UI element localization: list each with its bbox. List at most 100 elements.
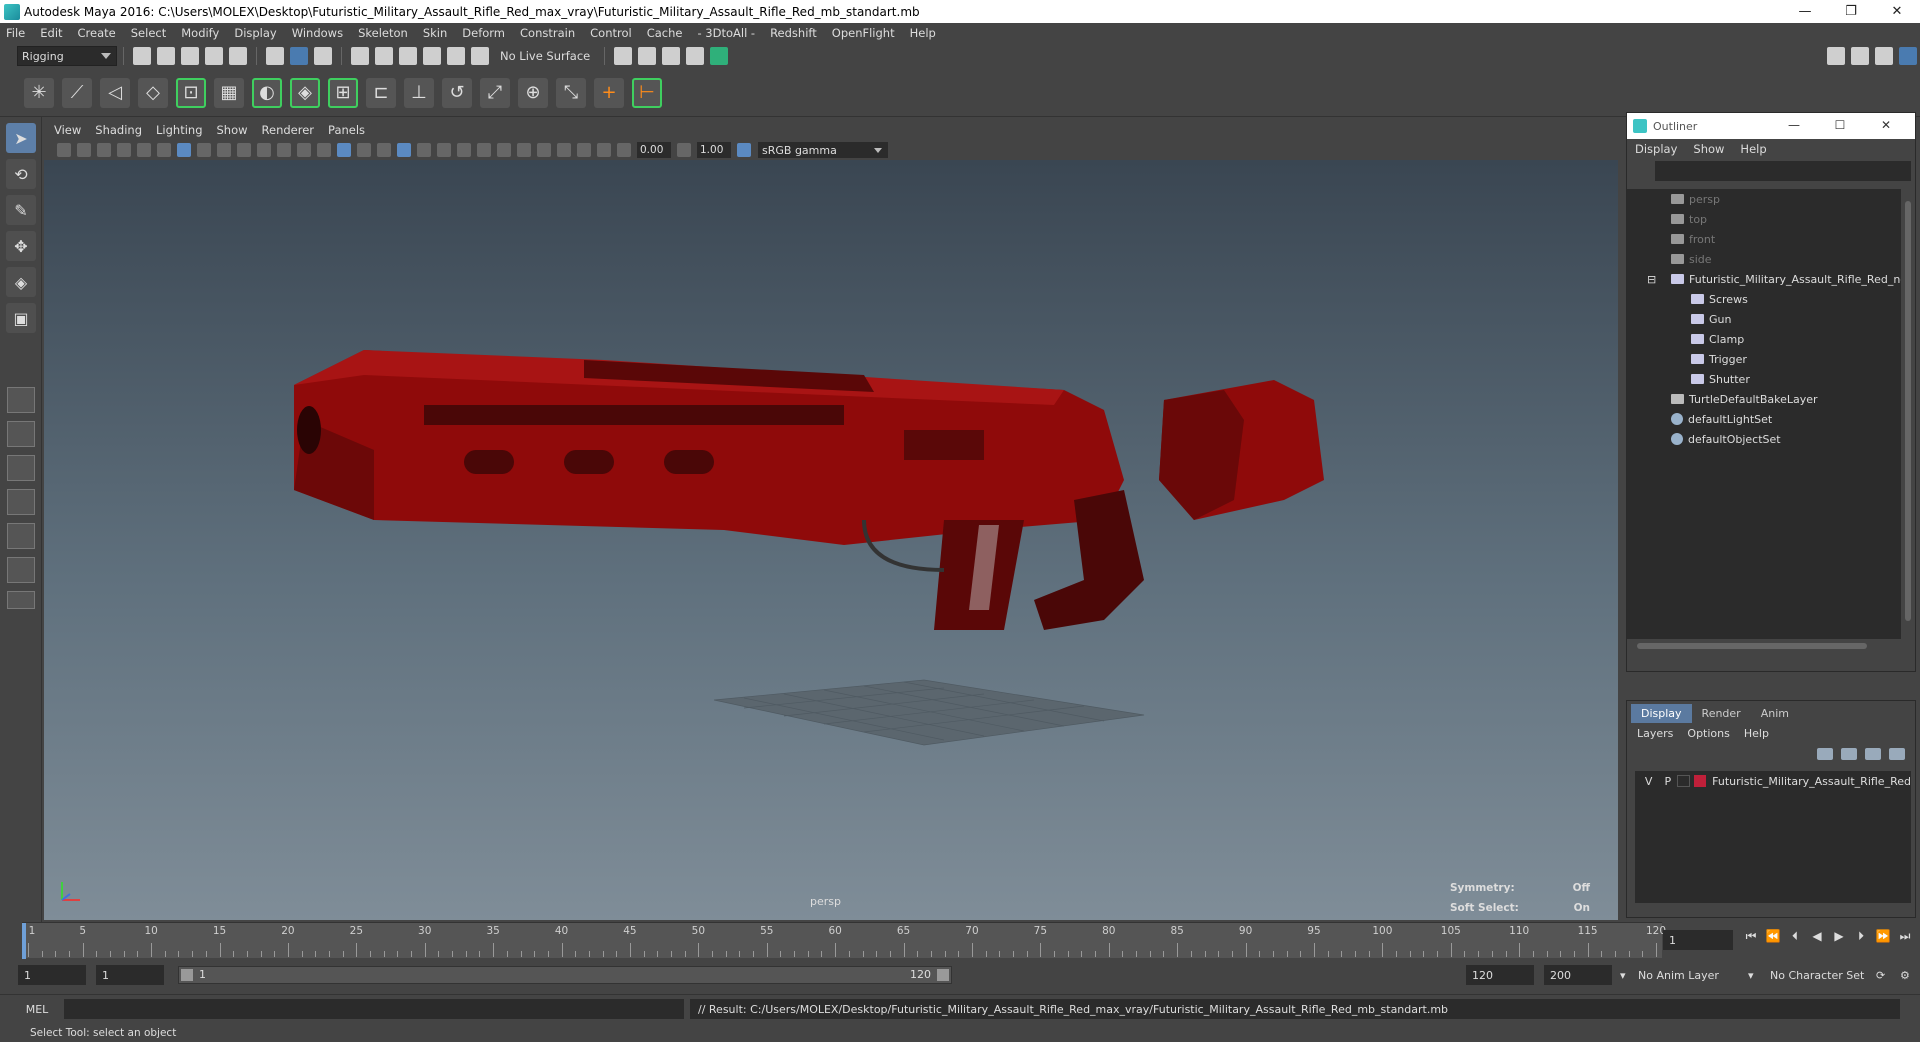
outliner-item[interactable]: top bbox=[1627, 209, 1901, 229]
scrollbar-thumb[interactable] bbox=[1637, 643, 1867, 649]
paint-select-tool-icon[interactable]: ✎ bbox=[6, 195, 36, 225]
layer-menu-layers[interactable]: Layers bbox=[1637, 727, 1673, 740]
wrap-deformer-icon[interactable]: ◈ bbox=[290, 77, 320, 108]
gamma-field[interactable]: 1.00 bbox=[697, 142, 731, 158]
go-to-end-icon[interactable]: ⏭ bbox=[1894, 929, 1916, 944]
wireframe-on-shaded-icon[interactable] bbox=[377, 143, 391, 157]
resolution-gate-icon[interactable] bbox=[217, 143, 231, 157]
outliner-list[interactable]: persp top front side ⊟ Futuristic_Military_As… bbox=[1627, 189, 1901, 639]
move-tool-icon[interactable]: ✥ bbox=[6, 231, 36, 261]
hypershade-icon[interactable] bbox=[710, 47, 729, 65]
outliner-item[interactable]: ⊟ Futuristic_Military_Assault_Rifle_Red_n… bbox=[1627, 269, 1901, 289]
outliner-search-field[interactable] bbox=[1655, 161, 1911, 181]
select-component-icon[interactable] bbox=[314, 47, 332, 65]
select-tool-icon[interactable]: ➤ bbox=[6, 123, 36, 153]
textured-icon[interactable] bbox=[397, 143, 411, 157]
gate-mask-icon[interactable] bbox=[237, 143, 251, 157]
step-back-frame-icon[interactable]: ⏴ bbox=[1784, 929, 1806, 944]
step-back-key-icon[interactable]: ⏪ bbox=[1762, 929, 1784, 944]
outliner-item[interactable]: front bbox=[1627, 229, 1901, 249]
wireframe-icon[interactable] bbox=[317, 143, 331, 157]
play-forwards-icon[interactable]: ▶ bbox=[1828, 929, 1850, 944]
lights-icon[interactable] bbox=[417, 143, 431, 157]
blend-shape-icon[interactable]: ◐ bbox=[252, 77, 282, 108]
tab-display-layers[interactable]: Display bbox=[1631, 704, 1692, 723]
field-chart-icon[interactable] bbox=[257, 143, 271, 157]
menu-create[interactable]: Create bbox=[78, 26, 116, 40]
cluster-icon[interactable]: ⊡ bbox=[176, 77, 206, 108]
film-gate-icon[interactable] bbox=[197, 143, 211, 157]
preferences-icon[interactable]: ⚙ bbox=[1900, 965, 1910, 985]
attribute-editor-toggle-icon[interactable] bbox=[1851, 47, 1869, 65]
render-frame-icon[interactable] bbox=[638, 47, 657, 65]
parent-constraint-icon[interactable]: ⊢ bbox=[632, 77, 662, 108]
outliner-item[interactable]: persp bbox=[1627, 189, 1901, 209]
safe-action-icon[interactable] bbox=[277, 143, 291, 157]
outliner-item[interactable]: Trigger bbox=[1627, 349, 1901, 369]
outliner-menu-help[interactable]: Help bbox=[1740, 142, 1766, 156]
render-settings-icon[interactable] bbox=[614, 47, 633, 65]
outliner-item[interactable]: defaultObjectSet bbox=[1627, 429, 1901, 449]
aim-constraint-icon[interactable]: ⊕ bbox=[518, 77, 548, 108]
layer-menu-help[interactable]: Help bbox=[1744, 727, 1769, 740]
render-view-icon[interactable] bbox=[686, 47, 705, 65]
menu-3dtoall[interactable]: - 3DtoAll - bbox=[697, 26, 755, 40]
menu-skin[interactable]: Skin bbox=[423, 26, 447, 40]
bind-skin-icon[interactable]: ⊏ bbox=[366, 77, 396, 108]
single-perspective-layout-icon[interactable] bbox=[7, 387, 35, 413]
select-camera-icon[interactable] bbox=[57, 143, 71, 157]
sculpt-deformer-icon[interactable]: ⊞ bbox=[328, 77, 358, 108]
isolate-select-icon[interactable] bbox=[537, 143, 551, 157]
menu-display[interactable]: Display bbox=[234, 26, 276, 40]
viewport-menu-renderer[interactable]: Renderer bbox=[262, 123, 315, 137]
color-management-icon[interactable] bbox=[737, 143, 751, 157]
lattice-icon[interactable]: ▦ bbox=[214, 77, 244, 108]
time-slider[interactable]: 1 5 10 15 20 25 30 35 40 45 50 55 60 65 70 75 80 85 90 95 10… bbox=[22, 922, 1666, 959]
range-end-handle[interactable] bbox=[937, 969, 949, 981]
tab-anim-layers[interactable]: Anim bbox=[1751, 704, 1799, 723]
2d-pan-zoom-icon[interactable] bbox=[137, 143, 151, 157]
four-view-layout-icon[interactable] bbox=[7, 421, 35, 447]
menu-select[interactable]: Select bbox=[131, 26, 166, 40]
ipr-render-icon[interactable] bbox=[662, 47, 681, 65]
character-set-dropdown[interactable]: No Character Set bbox=[1770, 965, 1864, 985]
command-input[interactable] bbox=[64, 999, 684, 1019]
open-scene-icon[interactable] bbox=[157, 47, 175, 65]
range-start-handle[interactable] bbox=[181, 969, 193, 981]
range-slider[interactable]: 1 120 bbox=[178, 966, 952, 984]
ik-handle-icon[interactable]: ⟋ bbox=[62, 77, 92, 108]
rotate-tool-icon[interactable]: ◈ bbox=[6, 267, 36, 297]
channel-box-toggle-icon[interactable] bbox=[1899, 47, 1917, 65]
snap-grid-icon[interactable] bbox=[351, 47, 369, 65]
redo-icon[interactable] bbox=[229, 47, 247, 65]
gamma-icon[interactable] bbox=[677, 143, 691, 157]
layer-visibility-toggle[interactable]: V bbox=[1639, 775, 1658, 788]
script-language-toggle[interactable]: MEL bbox=[12, 1000, 62, 1018]
outliner-item[interactable]: Shutter bbox=[1627, 369, 1901, 389]
step-forward-frame-icon[interactable]: ⏵ bbox=[1850, 929, 1872, 944]
menu-redshift[interactable]: Redshift bbox=[770, 26, 817, 40]
anim-layer-dropdown[interactable]: No Anim Layer bbox=[1638, 965, 1719, 985]
step-forward-key-icon[interactable]: ⏩ bbox=[1872, 929, 1894, 944]
menu-cache[interactable]: Cache bbox=[647, 26, 683, 40]
layer-row[interactable]: V P Futuristic_Military_Assault_Rifle_Re… bbox=[1635, 771, 1911, 791]
menu-set-dropdown[interactable]: Rigging bbox=[17, 46, 117, 66]
outliner-item[interactable]: Screws bbox=[1627, 289, 1901, 309]
move-layer-down-icon[interactable] bbox=[1841, 748, 1857, 760]
default-material-icon[interactable] bbox=[357, 143, 371, 157]
chevron-down-icon[interactable]: ▾ bbox=[1748, 965, 1754, 985]
image-plane-icon[interactable] bbox=[117, 143, 131, 157]
more-layouts-icon[interactable] bbox=[7, 591, 35, 609]
outliner-vertical-scrollbar[interactable] bbox=[1903, 189, 1913, 639]
auto-key-icon[interactable]: ⟳ bbox=[1876, 965, 1885, 985]
grid-toggle-icon[interactable] bbox=[177, 143, 191, 157]
motion-blur-icon[interactable] bbox=[477, 143, 491, 157]
persp-hypershade-layout-icon[interactable] bbox=[7, 523, 35, 549]
smooth-shade-icon[interactable] bbox=[337, 143, 351, 157]
select-object-icon[interactable] bbox=[290, 47, 308, 65]
menu-skeleton[interactable]: Skeleton bbox=[358, 26, 408, 40]
collapse-toggle-icon[interactable]: ⊟ bbox=[1647, 273, 1656, 286]
outliner-close-button[interactable]: ✕ bbox=[1863, 118, 1909, 132]
move-layer-up-icon[interactable] bbox=[1817, 748, 1833, 760]
pole-vector-icon[interactable]: ⤡ bbox=[556, 77, 586, 108]
